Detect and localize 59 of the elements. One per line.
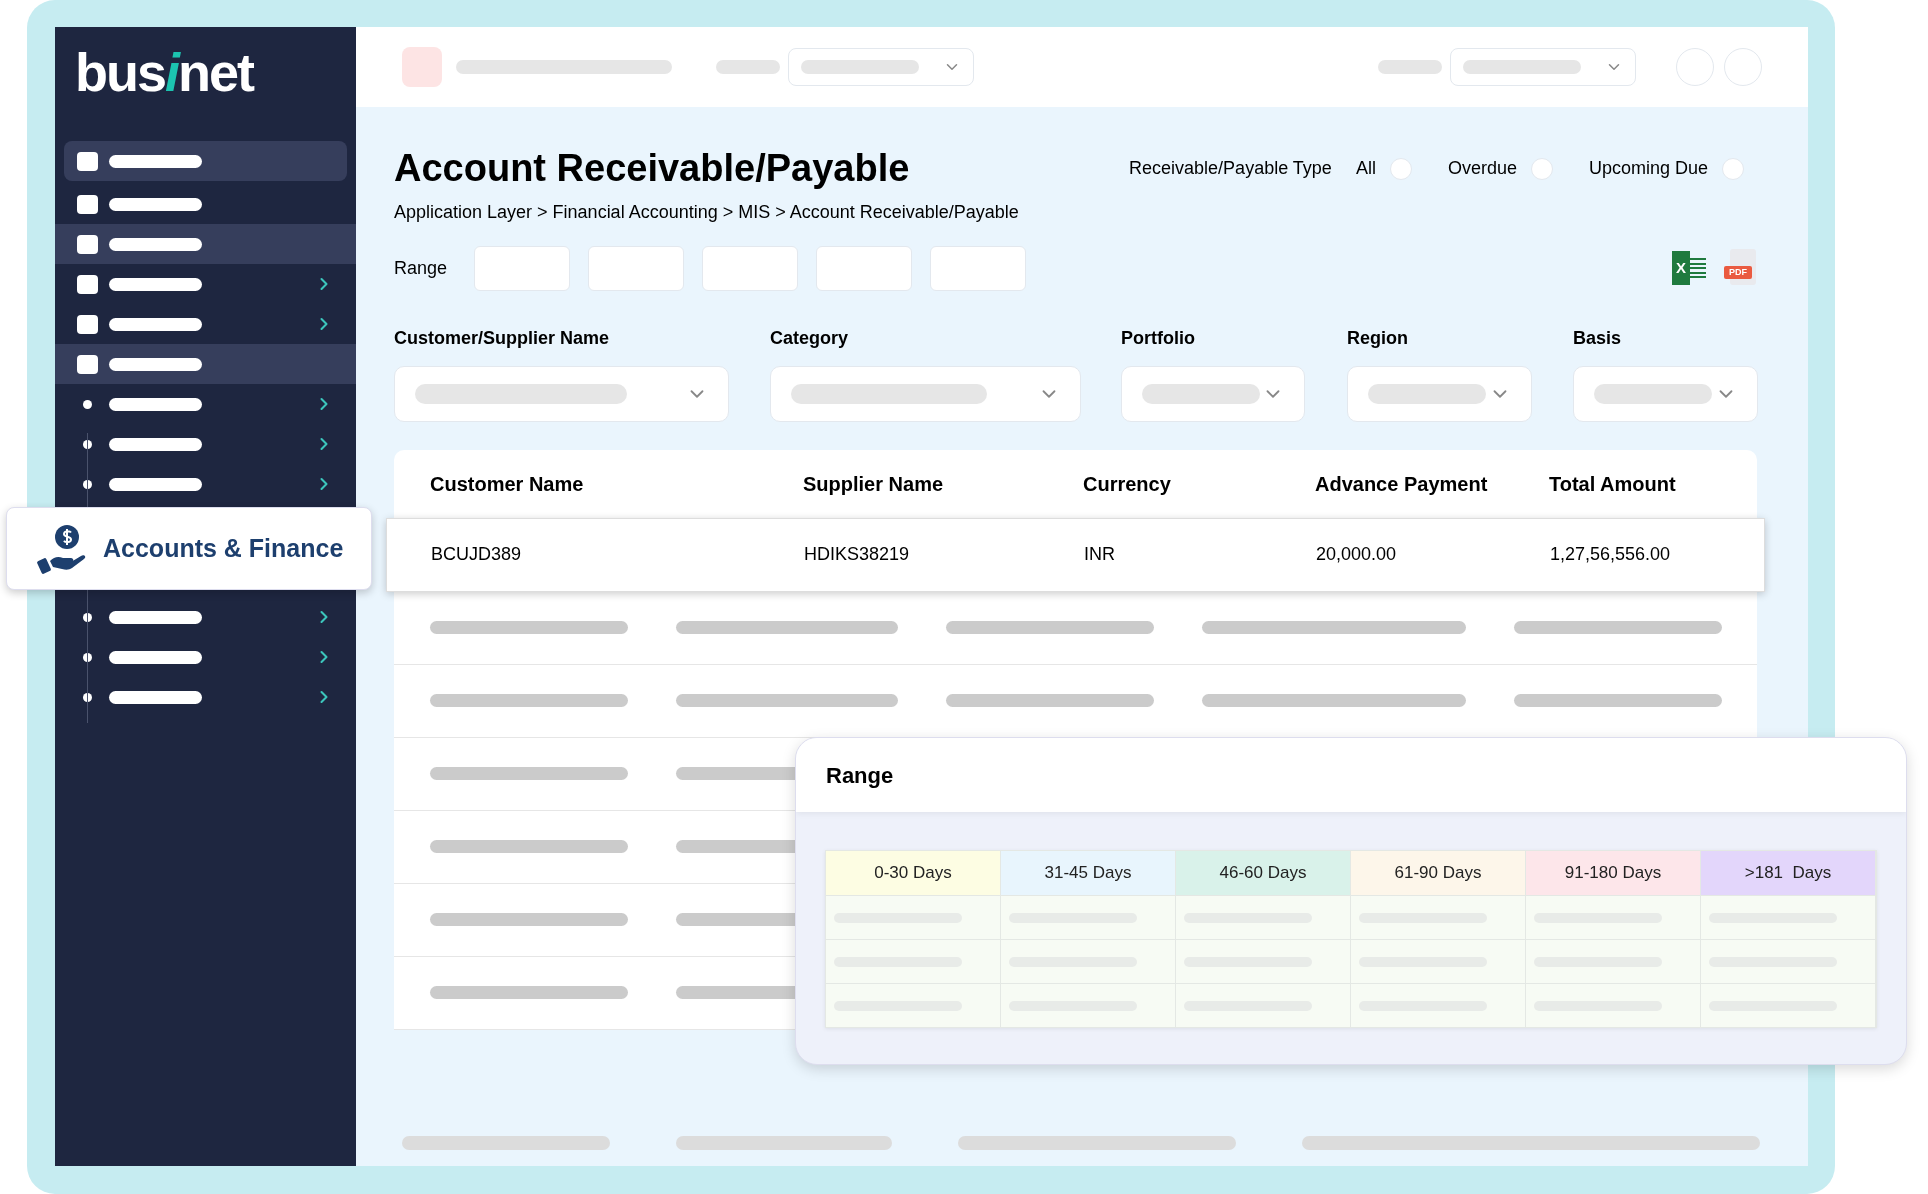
square-icon bbox=[77, 194, 98, 214]
dropdown[interactable] bbox=[394, 365, 729, 422]
column-header: Currency bbox=[1083, 471, 1172, 497]
filter-label: Customer/Supplier Name bbox=[394, 326, 611, 350]
square-icon bbox=[77, 314, 98, 334]
radio-button[interactable] bbox=[1389, 157, 1412, 180]
range-label: Range bbox=[394, 256, 449, 280]
range-input[interactable] bbox=[816, 245, 912, 291]
filter-label: Region bbox=[1347, 326, 1409, 350]
table-row[interactable]: BCUJD389 HDIKS38219 INR 20,000.00 1,27,56,556.00 bbox=[386, 517, 1765, 592]
column-header: Supplier Name bbox=[803, 471, 945, 497]
range-input[interactable] bbox=[702, 245, 798, 291]
radio-button[interactable] bbox=[1530, 157, 1553, 180]
dropdown[interactable] bbox=[1347, 365, 1532, 422]
column-header: Total Amount bbox=[1549, 471, 1677, 497]
dropdown[interactable] bbox=[770, 365, 1081, 422]
popup-title: Range bbox=[826, 761, 894, 790]
sidebar-item[interactable] bbox=[64, 141, 347, 181]
filter-label: Basis bbox=[1573, 326, 1623, 350]
range-column-header: 46-60 Days bbox=[1176, 851, 1351, 895]
app-icon bbox=[402, 47, 442, 87]
radio-button[interactable] bbox=[1722, 157, 1744, 180]
breadcrumb: Application Layer > Financial Accounting > MIS > Account Receivable/Payable bbox=[394, 200, 1019, 224]
square-icon bbox=[77, 234, 98, 254]
column-header: Advance Payment bbox=[1315, 471, 1489, 497]
dropdown[interactable] bbox=[1121, 365, 1305, 422]
radio-option[interactable]: Upcoming Due bbox=[1588, 155, 1744, 182]
dropdown[interactable] bbox=[788, 48, 974, 86]
radio-option[interactable]: All bbox=[1355, 155, 1412, 182]
sidebar-item[interactable] bbox=[55, 224, 356, 264]
page-title: Account Receivable/Payable bbox=[394, 146, 911, 191]
dropdown[interactable] bbox=[1450, 48, 1636, 86]
range-input[interactable] bbox=[474, 245, 570, 291]
skeleton-bar bbox=[1378, 60, 1442, 74]
dropdown[interactable] bbox=[1573, 365, 1758, 422]
range-column-header: 61-90 Days bbox=[1351, 851, 1526, 895]
filter-label: Portfolio bbox=[1121, 326, 1196, 350]
range-column-header: >181 Days bbox=[1701, 851, 1876, 895]
table-cell-text: BCUJD389 bbox=[431, 543, 523, 566]
column-header: Customer Name bbox=[430, 471, 585, 497]
table-cell-text: 20,000.00 bbox=[1316, 543, 1398, 566]
table-cell-text: 1,27,56,556.00 bbox=[1550, 543, 1672, 566]
range-column-header: 91-180 Days bbox=[1526, 851, 1701, 895]
table-cell-text: INR bbox=[1084, 543, 1116, 566]
range-input[interactable] bbox=[930, 245, 1026, 291]
table-cell-text: HDIKS38219 bbox=[804, 543, 911, 566]
skeleton-bar bbox=[716, 60, 780, 74]
range-column-header: 31-45 Days bbox=[1001, 851, 1176, 895]
radio-option[interactable]: Overdue bbox=[1447, 155, 1553, 182]
square-icon bbox=[77, 151, 98, 171]
square-icon bbox=[77, 274, 98, 294]
logo: businet bbox=[75, 45, 254, 99]
square-icon bbox=[77, 354, 98, 374]
range-column-header: 0-30 Days bbox=[826, 851, 1001, 895]
range-input[interactable] bbox=[588, 245, 684, 291]
module-card[interactable]: Accounts & Finance bbox=[6, 507, 372, 590]
filter-label: Receivable/Payable Type bbox=[1129, 157, 1332, 180]
filter-label: Category bbox=[770, 326, 850, 350]
sidebar-item[interactable] bbox=[55, 344, 356, 384]
